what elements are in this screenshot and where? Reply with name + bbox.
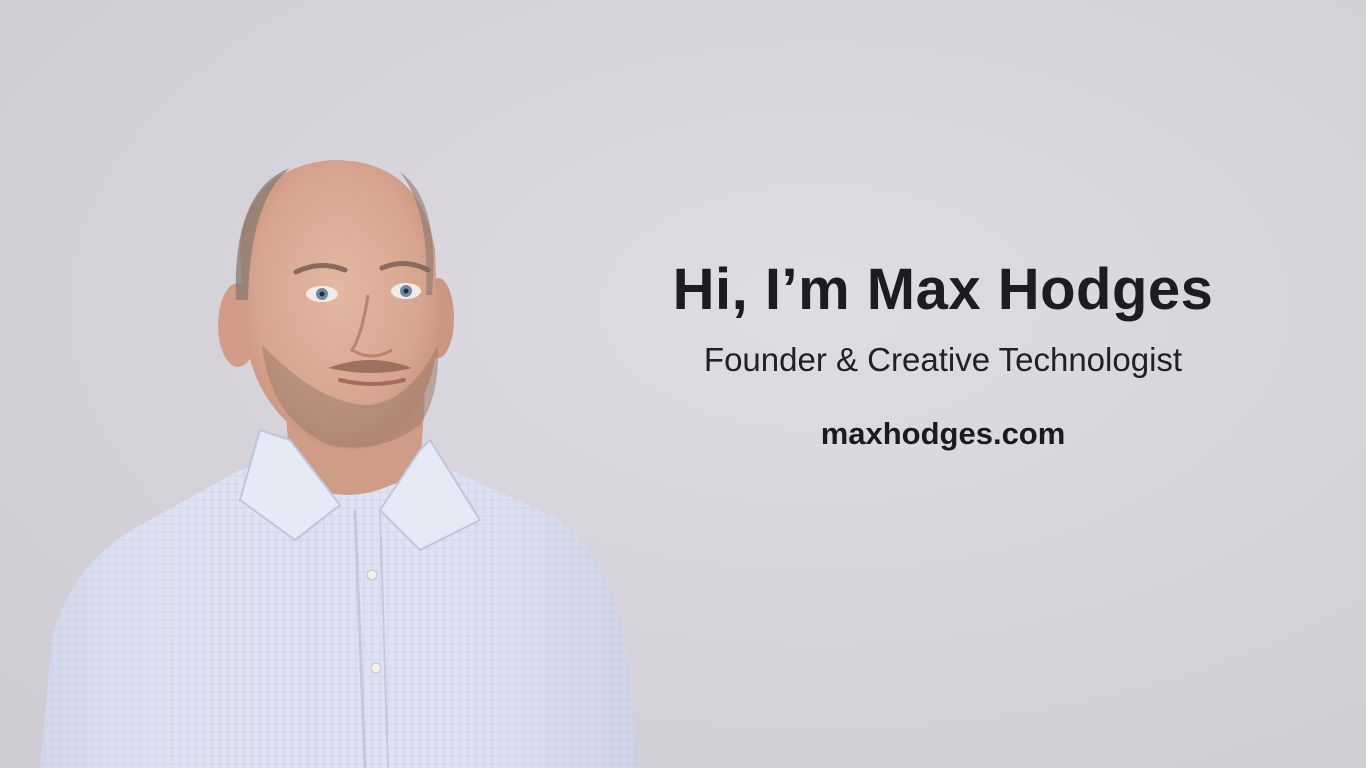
intro-block: Hi, I’m Max Hodges Founder & Creative Te…: [620, 250, 1266, 456]
tagline: Founder & Creative Technologist: [703, 341, 1183, 378]
hero-section: Hi, I’m Max Hodges Founder & Creative Te…: [0, 0, 1366, 768]
website-link[interactable]: maxhodges.com: [821, 412, 1066, 456]
headline: Hi, I’m Max Hodges: [672, 257, 1214, 322]
portrait-photo: [0, 0, 680, 768]
